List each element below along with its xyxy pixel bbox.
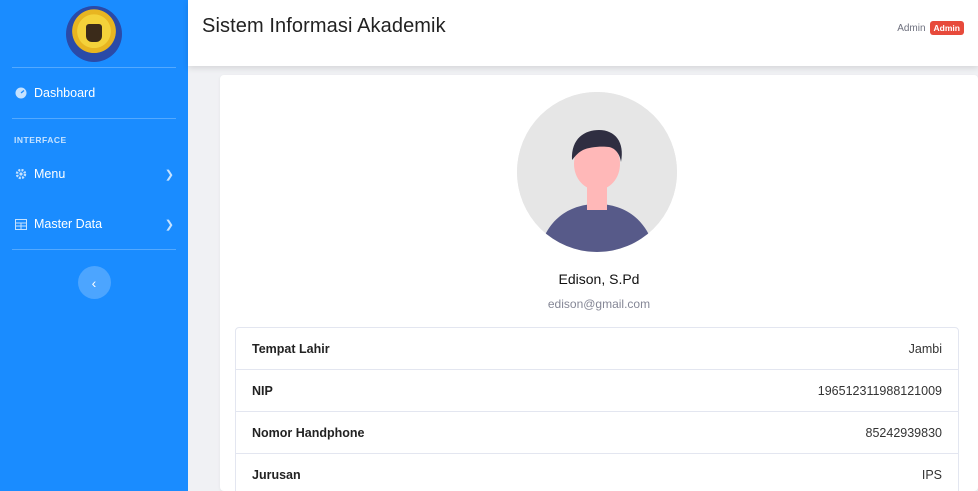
sidebar-item-label: Master Data	[34, 217, 103, 231]
sidebar-toggle-button[interactable]: ‹	[77, 266, 111, 299]
table-row: Tempat Lahir Jambi	[236, 328, 958, 370]
row-key: Jurusan	[252, 468, 301, 482]
user-menu[interactable]: Admin Admin	[897, 21, 964, 35]
sidebar-item-label: Dashboard	[34, 86, 96, 100]
row-value: 85242939830	[865, 425, 942, 440]
table-icon	[14, 218, 27, 231]
sidebar-brand[interactable]	[0, 0, 188, 67]
profile-name: Edison, S.Pd	[558, 271, 640, 287]
profile-details-table: Tempat Lahir Jambi NIP 19651231198812100…	[235, 327, 959, 491]
row-key: Nomor Handphone	[252, 425, 365, 440]
table-row: Jurusan IPS	[236, 454, 958, 491]
tachometer-icon	[14, 87, 27, 100]
profile-card: Edison, S.Pd edison@gmail.com Tempat Lah…	[220, 75, 978, 491]
chevron-left-icon: ‹	[91, 274, 97, 291]
row-value: 196512311988121009	[817, 383, 942, 398]
avatar	[517, 92, 677, 252]
school-logo	[66, 5, 122, 62]
topbar: Sistem Informasi Akademik Admin Admin	[188, 0, 978, 66]
table-row: NIP 196512311988121009	[236, 370, 958, 412]
cog-icon	[14, 168, 27, 181]
row-key: NIP	[252, 383, 273, 398]
app-title: Sistem Informasi Akademik	[202, 14, 446, 37]
row-value: IPS	[921, 468, 942, 482]
sidebar-item-menu[interactable]: Menu ❯	[0, 149, 188, 199]
sidebar-item-master-data[interactable]: Master Data ❯	[0, 199, 188, 249]
sidebar-heading: INTERFACE	[14, 135, 67, 145]
user-name: Admin	[897, 22, 926, 34]
sidebar-item-label: Menu	[34, 167, 66, 181]
role-badge: Admin	[929, 21, 964, 35]
sidebar-item-dashboard[interactable]: Dashboard	[0, 68, 188, 118]
profile-email: edison@gmail.com	[547, 297, 651, 311]
row-value: Jambi	[908, 341, 942, 356]
chevron-right-icon: ❯	[164, 218, 174, 231]
sidebar-divider	[12, 249, 176, 250]
row-key: Tempat Lahir	[252, 341, 330, 356]
sidebar: Dashboard INTERFACE Menu ❯ Master Data ❯…	[0, 0, 188, 491]
chevron-right-icon: ❯	[164, 168, 174, 181]
table-row: Nomor Handphone 85242939830	[236, 412, 958, 454]
